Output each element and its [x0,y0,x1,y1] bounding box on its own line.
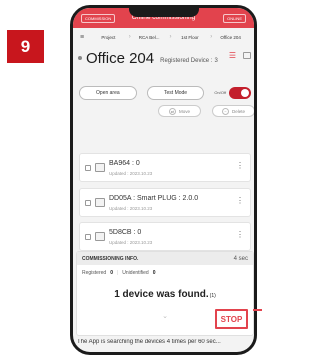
breadcrumb-project-label: Project [101,35,116,40]
device-name: DD05A : Smart PLUG : 2.0.0 [109,195,199,202]
more-options-icon[interactable]: ⋮ [236,230,244,239]
move-icon: ⇄ [168,107,176,115]
more-options-icon[interactable]: ⋮ [236,161,244,170]
registered-count-value: 0 [110,270,113,276]
move-label: Move [178,108,190,114]
found-message: 1 device was found.(1) [77,289,253,300]
open-area-button[interactable]: Open area [79,85,137,100]
device-card[interactable]: BA964 : 0 Updated : 2023.10.23 ⋮ [79,153,251,182]
delete-icon: − [221,107,229,115]
phone-frame: COMMISSION Offline commissioning ONLINE … [70,5,257,355]
delete-button[interactable]: − Delete [212,105,254,117]
unidentified-count-value: 0 [152,270,156,276]
action-row: ⇄ Move − Delete [158,105,254,118]
chevron-down-icon[interactable]: ⌄ [162,312,168,320]
device-icon [95,163,105,172]
breadcrumb-building[interactable]: RCA Bel... › [129,34,172,40]
count-divider: | [116,270,119,276]
device-updated: Updated : 2023.10.23 [109,206,153,211]
breadcrumb-floor[interactable]: 1st Floor › [170,34,212,40]
commissioning-info-header: COMMISSIONING INFO. 4 sec [77,252,253,265]
breadcrumb-project[interactable]: Project › [88,34,130,40]
commissioning-info-title: COMMISSIONING INFO. [82,255,139,262]
step-number-badge: 9 [7,30,44,63]
room-header: Office 204 Registered Device :3 ☰ [78,47,253,67]
phone-notch [128,8,199,17]
breadcrumb-room[interactable]: Office 204 [210,35,251,40]
registered-device-label: Registered Device : [160,58,213,64]
onoff-label: On/Off [214,90,227,95]
device-card[interactable]: DD05A : Smart PLUG : 2.0.0 Updated : 202… [79,188,251,217]
smart-plug-icon [95,198,105,207]
breadcrumb: ≡ Project › RCA Bel... › 1st Floor › Office… [73,30,254,45]
found-text: 1 device was found. [114,289,209,300]
breadcrumb-room-label: Office 204 [220,35,241,40]
list-view-icon[interactable]: ☰ [229,51,236,60]
device-checkbox[interactable] [85,200,91,206]
commissioning-timer: 4 sec [233,255,248,262]
commissioning-info-panel: COMMISSIONING INFO. 4 sec Registered 0 |… [76,251,254,336]
unidentified-count-label: Unidentified [122,270,149,276]
device-updated: Updated : 2023.10.23 [109,240,153,245]
registered-device-info: Registered Device :3 [160,58,218,64]
device-checkbox[interactable] [85,165,91,171]
device-icon [95,232,105,241]
move-button[interactable]: ⇄ Move [158,105,201,117]
device-checkbox[interactable] [85,234,91,240]
test-mode-button[interactable]: Test Mode [146,85,205,100]
callout-pointer [253,309,262,311]
delete-label: Delete [231,108,245,114]
device-updated: Updated : 2023.10.23 [109,171,153,176]
more-options-icon[interactable]: ⋮ [236,196,244,205]
device-name: 5D8CB : 0 [109,229,142,236]
page-title: Office 204 [86,50,155,67]
search-status-message: The App is searching the devices 4 times… [77,339,221,345]
device-card[interactable]: 5D8CB : 0 Updated : 2023.10.23 ⋮ [79,222,251,251]
onoff-toggle[interactable] [229,86,251,99]
commissioning-counts: Registered 0 | Unidentified 0 [82,270,155,276]
registered-device-count: 3 [214,58,218,64]
bullet-icon [78,56,82,60]
device-name: BA964 : 0 [109,160,140,167]
registered-count-label: Registered [82,270,107,276]
grid-view-icon[interactable] [243,52,251,59]
breadcrumb-floor-label: 1st Floor [181,35,199,40]
toggle-knob [241,88,249,97]
control-row: Open area Test Mode On/Off [79,85,251,100]
breadcrumb-building-label: RCA Bel... [138,35,160,40]
menu-icon[interactable]: ≡ [76,34,88,41]
stop-button[interactable]: STOP [215,309,248,329]
footnote-marker: (1) [209,293,216,299]
